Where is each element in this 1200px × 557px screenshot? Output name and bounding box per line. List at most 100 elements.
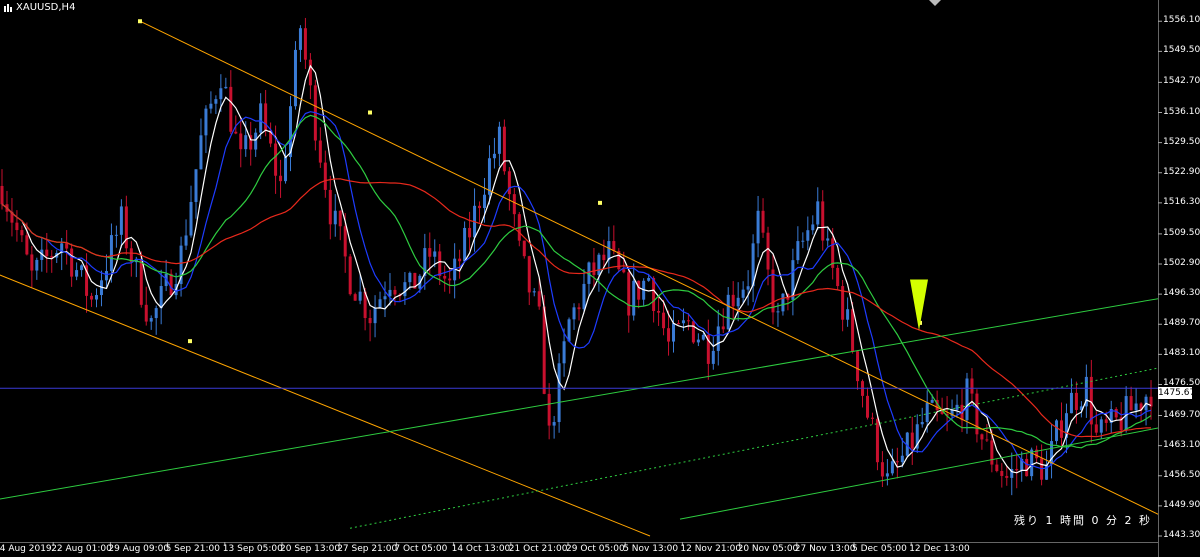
candle-body — [214, 99, 218, 104]
candle-body — [667, 328, 671, 342]
candle-body — [781, 293, 785, 312]
candle-body — [1074, 392, 1078, 410]
candle-body — [796, 241, 800, 261]
candle-body — [124, 206, 128, 249]
candle-body — [990, 440, 994, 465]
candle-body — [572, 307, 576, 320]
trendline-3 — [0, 298, 1158, 500]
candle-body — [875, 418, 879, 463]
candle-body — [870, 417, 874, 419]
y-tick-label: 1489.70 — [1163, 318, 1200, 329]
candle-body — [502, 126, 506, 172]
candle-body — [149, 318, 153, 322]
candle-body — [497, 126, 501, 154]
candle-body — [657, 310, 661, 313]
x-tick-label: 27 Nov 13:00 — [794, 544, 856, 554]
candle-body — [771, 269, 775, 313]
candle-body — [463, 227, 467, 262]
candle-body — [468, 227, 472, 238]
candle-body — [393, 289, 397, 295]
candle-body — [433, 251, 437, 257]
trendline-anchor — [368, 110, 372, 115]
candle-body — [816, 201, 820, 225]
x-tick-label: 5 Dec 05:00 — [852, 544, 907, 554]
y-tick-label: 1449.90 — [1163, 499, 1200, 510]
trendline-anchor — [138, 19, 142, 24]
candle-body — [482, 194, 486, 209]
x-tick-label: 20 Sep 13:00 — [280, 544, 341, 554]
candle-body — [890, 461, 894, 474]
candle-body — [109, 235, 113, 272]
candle-body — [224, 86, 228, 89]
y-tick-label: 1536.10 — [1163, 106, 1200, 117]
candle-body — [885, 473, 889, 477]
y-tick-label: 1542.70 — [1163, 76, 1200, 87]
candle-body — [681, 320, 685, 324]
candle-body — [1015, 468, 1019, 471]
candle-body — [244, 135, 248, 150]
candle-body — [298, 28, 302, 50]
candle-body — [254, 132, 258, 150]
x-tick-label: 29 Oct 05:00 — [566, 544, 625, 554]
down-triangle-icon — [910, 279, 928, 331]
candle-body — [90, 295, 94, 300]
candle-body — [318, 140, 322, 163]
candle-body — [766, 232, 770, 270]
candle-body — [512, 194, 516, 215]
y-tick-label: 1476.50 — [1163, 378, 1200, 389]
candle-body — [144, 304, 148, 322]
candle-body — [552, 422, 556, 426]
trendline-4 — [679, 427, 1158, 520]
candle-body — [557, 363, 561, 423]
candle-body — [1129, 396, 1133, 411]
candle-body — [1099, 419, 1103, 433]
candle-body — [35, 259, 39, 271]
candle-body — [448, 278, 452, 281]
trendline-2 — [0, 274, 651, 537]
candle-body — [1104, 419, 1108, 423]
candle-body — [204, 108, 208, 136]
candle-body — [284, 157, 288, 182]
candle-body — [348, 256, 352, 295]
candle-body — [612, 241, 616, 251]
trendline-anchor — [188, 339, 192, 344]
candle-body — [20, 230, 24, 236]
y-tick-label: 1456.50 — [1163, 469, 1200, 480]
chart-bars-icon — [4, 4, 12, 12]
bar-countdown-timer: 残り 1 時間 0 分 2 秒 — [1014, 514, 1152, 527]
candle-body — [716, 326, 720, 351]
candle-body — [428, 248, 432, 257]
candle-body — [323, 162, 327, 190]
candle-body — [662, 312, 666, 329]
x-tick-label: 21 Oct 21:00 — [508, 544, 568, 554]
candle-body — [65, 243, 69, 249]
current-price-label: 1475.67 — [1158, 387, 1196, 399]
candle-body — [264, 103, 268, 131]
candle-body — [388, 289, 392, 297]
candle-body — [721, 326, 725, 330]
chart-title: XAUUSD,H4 — [16, 2, 76, 13]
candle-body — [1114, 408, 1118, 418]
candle-body — [592, 262, 596, 275]
candle-body — [880, 462, 884, 477]
candle-body — [607, 241, 611, 261]
candle-body — [0, 185, 4, 205]
candle-body — [279, 175, 283, 182]
candle-body — [731, 294, 735, 307]
candle-body — [478, 205, 482, 209]
candle-body — [562, 341, 566, 364]
candle-body — [522, 240, 526, 257]
candle-body — [15, 222, 19, 231]
x-tick-label: 27 Sep 21:00 — [337, 544, 398, 554]
candle-body — [567, 319, 571, 342]
candle-body — [736, 297, 740, 307]
x-tick-label: 14 Oct 13:00 — [451, 544, 511, 554]
candle-body — [542, 306, 546, 394]
price-chart[interactable] — [0, 0, 1200, 557]
candle-body — [25, 235, 29, 255]
candle-body — [45, 249, 49, 257]
candle-body — [114, 234, 118, 236]
candle-body — [209, 103, 213, 109]
candle-body — [303, 28, 307, 60]
candle-body — [691, 321, 695, 343]
